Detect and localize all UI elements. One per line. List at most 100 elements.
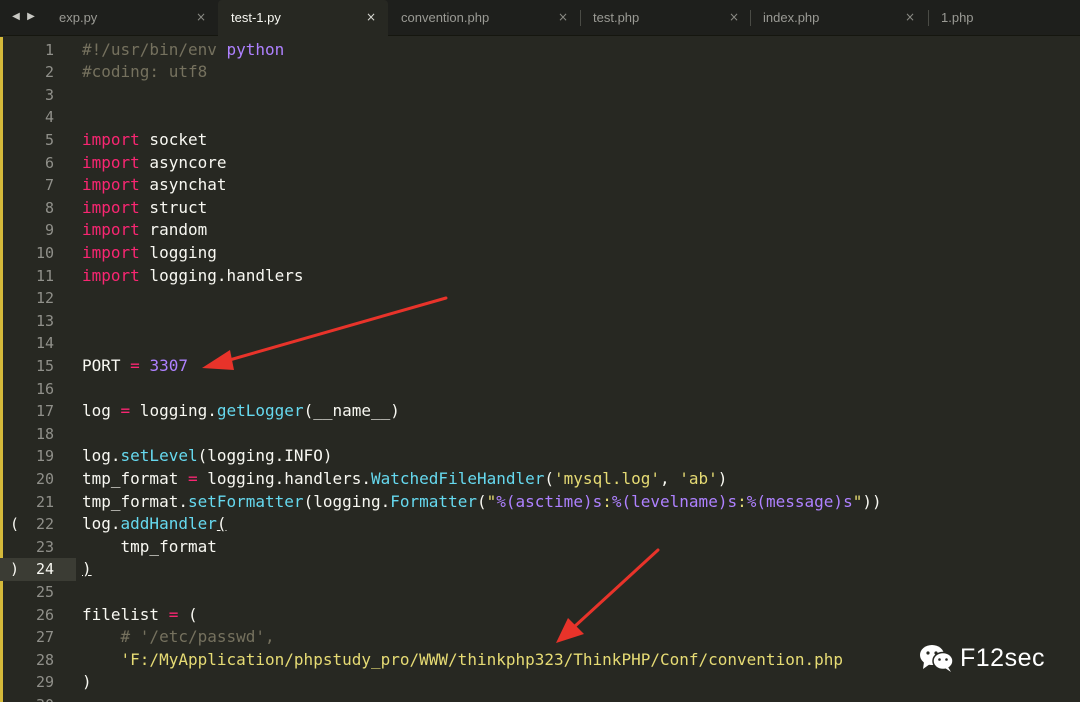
code-text[interactable]: # '/etc/passwd', — [82, 626, 275, 649]
code-line[interactable]: 12 — [0, 287, 1080, 310]
code-line[interactable]: 9 import random — [0, 219, 1080, 242]
code-text[interactable]: log = logging.getLogger(__name__) — [82, 400, 400, 423]
code-token: PORT — [82, 355, 131, 375]
code-token: WatchedFileHandler — [371, 468, 545, 488]
code-text[interactable]: import random — [82, 219, 207, 242]
code-text[interactable]: log.setLevel(logging.INFO) — [82, 445, 332, 468]
code-text[interactable]: tmp_format.setFormatter(logging.Formatte… — [82, 491, 882, 514]
line-number: 16 — [35, 379, 54, 398]
code-token: ( — [544, 468, 555, 488]
code-token: 'mysql.log' — [554, 468, 660, 488]
code-text[interactable]: import struct — [82, 197, 207, 220]
tab-test-1-py[interactable]: test-1.py × — [218, 0, 388, 36]
line-number: 3 — [44, 85, 54, 104]
code-text[interactable]: #!/usr/bin/env python — [82, 39, 284, 62]
code-token: log. — [82, 514, 121, 534]
line-number: 4 — [44, 108, 54, 127]
code-token: logging. — [130, 401, 217, 421]
code-line[interactable]: 4 — [0, 106, 1080, 129]
code-token: logging.handlers. — [197, 468, 371, 488]
tab-label: convention.php — [401, 10, 490, 25]
code-token: addHandler — [120, 514, 217, 534]
code-line[interactable]: 15 PORT = 3307 — [0, 355, 1080, 378]
code-line[interactable]: 19 log.setLevel(logging.INFO) — [0, 445, 1080, 468]
close-icon[interactable]: × — [558, 10, 568, 24]
code-line[interactable]: 2 #coding: utf8 — [0, 61, 1080, 84]
code-line[interactable]: 1 #!/usr/bin/env python — [0, 39, 1080, 62]
tab-exp-py[interactable]: exp.py × — [44, 0, 214, 36]
code-token: import — [82, 152, 140, 172]
line-number: 15 — [35, 356, 54, 375]
code-line[interactable]: 14 — [0, 332, 1080, 355]
code-line[interactable]: 21 tmp_format.setFormatter(logging.Format… — [0, 491, 1080, 514]
close-icon[interactable]: × — [196, 10, 206, 24]
triangle-right-icon[interactable]: ▶ — [24, 9, 38, 25]
code-token: getLogger — [216, 401, 304, 421]
code-text[interactable]: filelist = ( — [82, 604, 198, 627]
tab-index-php[interactable]: index.php × — [750, 0, 928, 36]
close-icon[interactable]: × — [905, 10, 915, 24]
tab-test-php[interactable]: test.php × — [580, 0, 750, 36]
tab-1-php[interactable]: 1.php — [928, 0, 1080, 36]
line-number: 17 — [35, 402, 54, 421]
code-token: = — [187, 468, 198, 488]
code-token: (logging.INFO) — [197, 446, 333, 466]
code-text[interactable]: import logging.handlers — [82, 265, 304, 288]
code-text[interactable]: import socket — [82, 129, 207, 152]
code-token: log. — [82, 446, 121, 466]
code-line[interactable]: 10 import logging — [0, 242, 1080, 265]
close-icon[interactable]: × — [366, 10, 376, 24]
code-text[interactable]: 'F:/MyApplication/phpstudy_pro/WWW/think… — [82, 649, 843, 672]
code-token: Formatter — [390, 491, 477, 511]
code-token: = — [168, 604, 179, 624]
tab-label: index.php — [763, 10, 820, 25]
close-icon[interactable]: × — [729, 10, 739, 24]
code-token: )) — [862, 491, 882, 511]
line-number: 14 — [35, 334, 54, 353]
code-line[interactable]: 5 import socket — [0, 129, 1080, 152]
code-text[interactable]: import asyncore — [82, 152, 227, 175]
line-number: 1 — [44, 40, 54, 59]
code-text[interactable]: #coding: utf8 — [82, 61, 207, 84]
code-editor[interactable]: 1 #!/usr/bin/env python 2 #coding: utf8 3 4 5 i… — [0, 37, 1080, 702]
tab-label: 1.php — [941, 10, 974, 25]
code-token: filelist — [82, 604, 169, 624]
code-line[interactable]: 25 — [0, 581, 1080, 604]
code-token: import — [82, 242, 140, 262]
code-text[interactable]: import logging — [82, 242, 217, 265]
line-number: 24 — [35, 560, 54, 579]
code-text[interactable]: ) — [82, 671, 92, 694]
code-token: : — [602, 491, 612, 511]
code-line[interactable]: 13 — [0, 310, 1080, 333]
code-token: " — [486, 491, 497, 511]
line-number: 26 — [35, 605, 54, 624]
code-line[interactable]: 16 — [0, 378, 1080, 401]
code-line[interactable]: 18 — [0, 423, 1080, 446]
code-line[interactable]: 8 import struct — [0, 197, 1080, 220]
code-token: struct — [139, 197, 208, 217]
code-line[interactable]: 17 log = logging.getLogger(__name__) — [0, 400, 1080, 423]
tab-label: test.php — [593, 10, 640, 25]
code-line[interactable]: 30 — [0, 694, 1080, 702]
code-text[interactable]: PORT = 3307 — [82, 355, 188, 378]
code-line[interactable]: 23 tmp_format — [0, 536, 1080, 559]
code-line[interactable]: 3 — [0, 84, 1080, 107]
code-line[interactable]: ) 24) — [0, 558, 1080, 581]
code-text[interactable]: ) — [82, 558, 92, 581]
code-text[interactable]: tmp_format = logging.handlers.WatchedFil… — [82, 468, 727, 491]
line-number: 28 — [35, 650, 54, 669]
code-line[interactable]: (22 log.addHandler( — [0, 513, 1080, 536]
triangle-left-icon[interactable]: ◀ — [9, 9, 23, 25]
code-text[interactable]: log.addHandler( — [82, 513, 227, 536]
code-line[interactable]: 6 import asyncore — [0, 152, 1080, 175]
code-token: asyncore — [139, 152, 227, 172]
tab-convention-php[interactable]: convention.php × — [388, 0, 580, 36]
code-line[interactable]: 11 import logging.handlers — [0, 265, 1080, 288]
code-token: logging — [139, 242, 217, 262]
code-line[interactable]: 7 import asynchat — [0, 174, 1080, 197]
code-text[interactable]: import asynchat — [82, 174, 227, 197]
code-text[interactable]: tmp_format — [82, 536, 217, 559]
code-line[interactable]: 26 filelist = ( — [0, 604, 1080, 627]
line-number: 8 — [44, 198, 54, 217]
code-line[interactable]: 20 tmp_format = logging.handlers.WatchedF… — [0, 468, 1080, 491]
